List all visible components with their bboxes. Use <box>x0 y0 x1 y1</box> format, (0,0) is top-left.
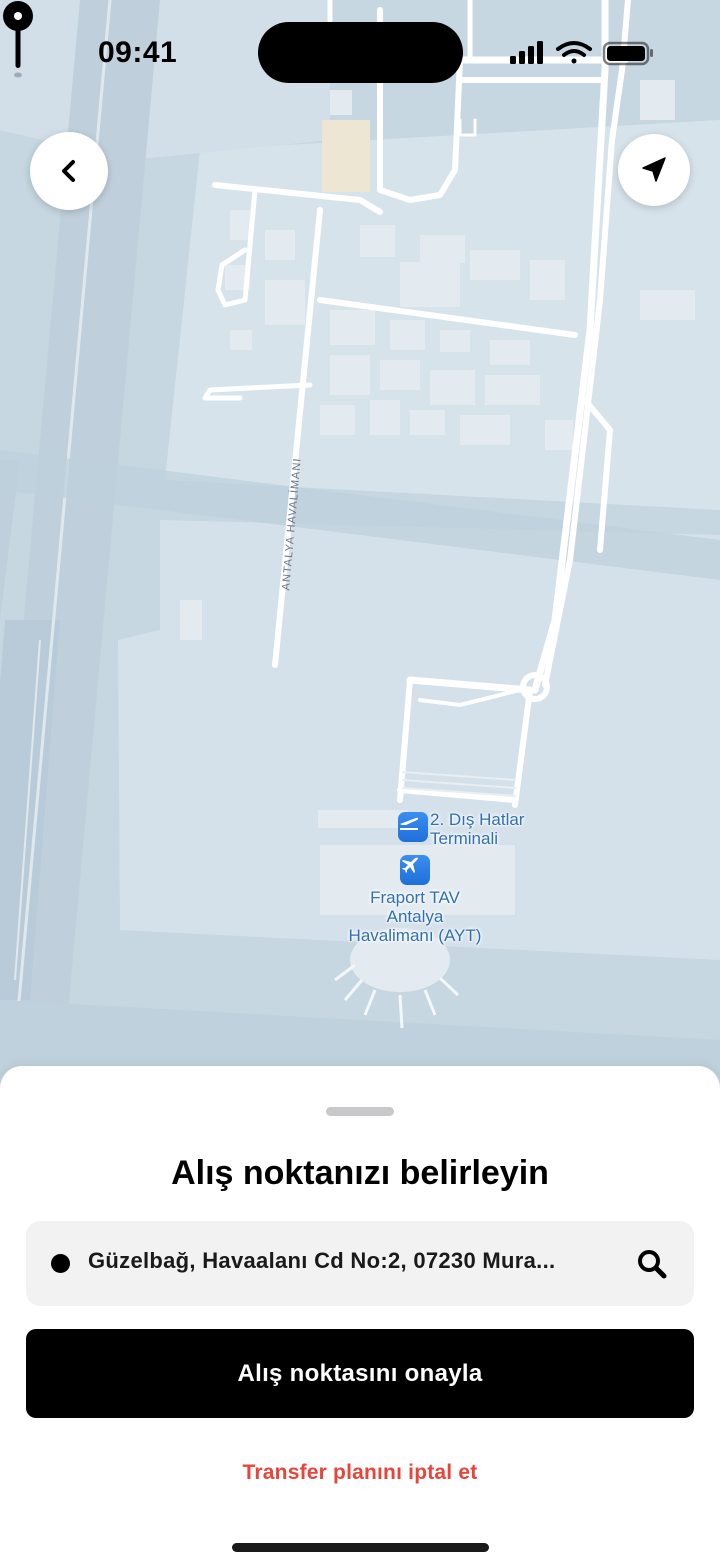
poi-airport-line3: Havalimanı (AYT) <box>348 926 482 945</box>
poi-terminal-line2: Terminali <box>430 829 499 848</box>
status-icons <box>510 41 653 66</box>
sheet-title: Alış noktanızı belirleyin <box>171 1154 549 1192</box>
cancel-transfer-link[interactable]: Transfer planını iptal et <box>0 1461 720 1485</box>
status-time: 09:41 <box>98 36 178 69</box>
back-button[interactable] <box>30 132 108 210</box>
poi-airport-label[interactable]: Fraport TAV Antalya Havalimanı (AYT) <box>320 888 510 945</box>
pickup-address-field[interactable]: Güzelbağ, Havaalanı Cd No:2, 07230 Mura.… <box>26 1221 694 1306</box>
search-icon[interactable] <box>636 1248 668 1280</box>
status-bar: 09:41 <box>0 0 720 100</box>
pickup-address-text: Güzelbağ, Havaalanı Cd No:2, 07230 Mura.… <box>88 1248 556 1273</box>
poi-airport-line1: Fraport TAV <box>370 888 460 907</box>
bottom-sheet: Alış noktanızı belirleyin Güzelbağ, Hava… <box>0 1066 720 1565</box>
airplane-icon[interactable] <box>400 855 430 885</box>
chevron-left-icon <box>62 160 75 182</box>
departures-icon[interactable] <box>398 812 428 842</box>
dynamic-island <box>258 22 463 83</box>
home-indicator[interactable] <box>232 1543 489 1552</box>
confirm-pickup-button[interactable]: Alış noktasını onayla <box>26 1329 694 1418</box>
my-location-button[interactable] <box>618 134 690 206</box>
cellular-signal-icon <box>510 41 543 64</box>
location-arrow-icon <box>642 157 666 182</box>
pickup-dot-icon <box>51 1254 70 1273</box>
wifi-icon <box>556 41 592 64</box>
map-view[interactable]: ANTALYA HAVALİMANI 2. Dış Hatlar Termina… <box>0 0 720 1100</box>
poi-terminal-label[interactable]: 2. Dış Hatlar Terminali <box>430 810 524 848</box>
poi-terminal-line1: 2. Dış Hatlar <box>430 810 525 829</box>
battery-icon <box>602 41 653 66</box>
poi-airport-line2: Antalya <box>386 907 444 926</box>
sheet-grabber[interactable] <box>326 1107 394 1116</box>
